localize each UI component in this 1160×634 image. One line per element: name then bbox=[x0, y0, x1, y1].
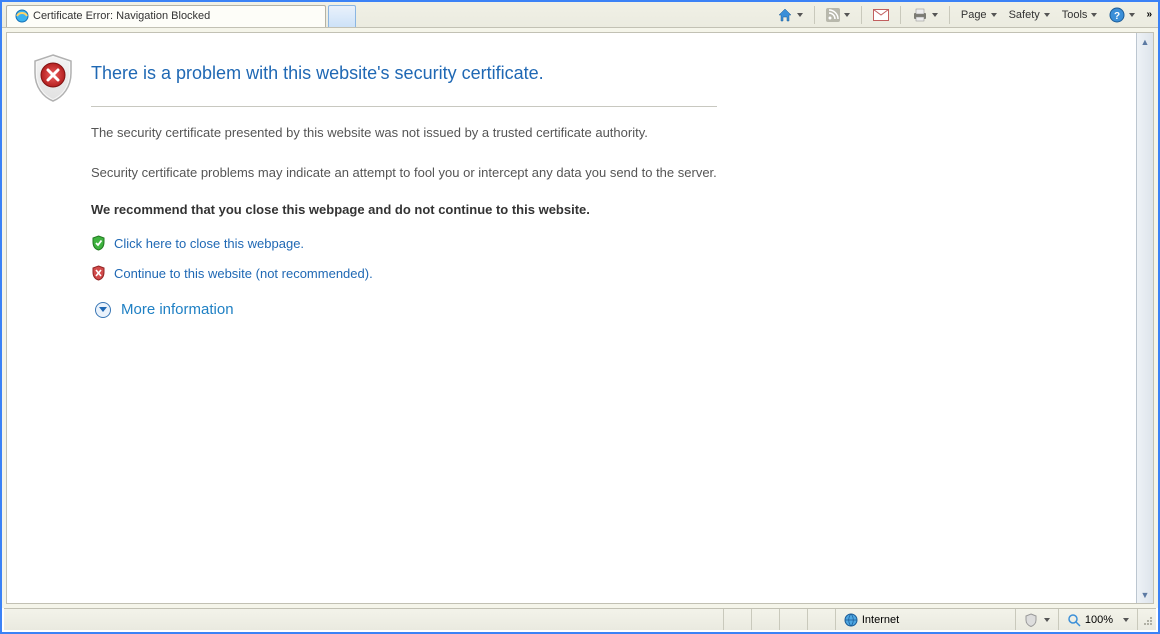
dropdown-arrow-icon bbox=[1044, 13, 1050, 17]
print-button[interactable] bbox=[909, 6, 941, 24]
close-action: Click here to close this webpage. bbox=[91, 235, 717, 251]
separator bbox=[900, 6, 901, 24]
red-shield-icon bbox=[91, 265, 106, 281]
content-area: There is a problem with this website's s… bbox=[6, 32, 1154, 604]
rss-icon bbox=[826, 8, 840, 22]
tools-menu-label: Tools bbox=[1062, 9, 1088, 21]
error-description-2: Security certificate problems may indica… bbox=[91, 163, 717, 183]
status-bar: Internet 100% bbox=[4, 608, 1156, 630]
toolbar-overflow-icon[interactable]: » bbox=[1144, 9, 1154, 20]
recommendation-text: We recommend that you close this webpage… bbox=[91, 202, 717, 217]
security-zone[interactable]: Internet bbox=[835, 609, 1015, 630]
vertical-scrollbar[interactable]: ▲ ▼ bbox=[1136, 33, 1153, 603]
protected-mode-cell[interactable] bbox=[1015, 609, 1058, 630]
toolbar-right: Page Safety Tools ? » bbox=[774, 5, 1158, 25]
dropdown-arrow-icon bbox=[1044, 618, 1050, 622]
scroll-down-button[interactable]: ▼ bbox=[1137, 586, 1153, 603]
shield-error-icon bbox=[31, 53, 75, 103]
tab-title: Certificate Error: Navigation Blocked bbox=[33, 10, 210, 22]
certificate-error-page: There is a problem with this website's s… bbox=[7, 33, 1153, 318]
safety-menu-label: Safety bbox=[1009, 9, 1040, 21]
status-cell bbox=[807, 609, 835, 630]
svg-text:?: ? bbox=[1114, 11, 1120, 22]
dropdown-arrow-icon bbox=[1123, 618, 1129, 622]
divider bbox=[91, 106, 717, 107]
continue-action: Continue to this website (not recommende… bbox=[91, 265, 717, 281]
zoom-icon bbox=[1067, 613, 1081, 627]
help-menu[interactable]: ? bbox=[1106, 5, 1138, 25]
dropdown-arrow-icon bbox=[797, 13, 803, 17]
zoom-label: 100% bbox=[1085, 614, 1113, 626]
feeds-button[interactable] bbox=[823, 6, 853, 24]
status-cell bbox=[723, 609, 751, 630]
globe-icon bbox=[844, 613, 858, 627]
home-button[interactable] bbox=[774, 6, 806, 24]
scroll-up-button[interactable]: ▲ bbox=[1137, 33, 1153, 50]
status-resizer[interactable] bbox=[1137, 609, 1156, 630]
dropdown-arrow-icon bbox=[1091, 13, 1097, 17]
new-tab-button[interactable] bbox=[328, 5, 356, 27]
separator bbox=[861, 6, 862, 24]
expand-circle-icon bbox=[95, 302, 111, 318]
browser-tab[interactable]: Certificate Error: Navigation Blocked bbox=[6, 5, 326, 27]
home-icon bbox=[777, 8, 793, 22]
continue-website-link[interactable]: Continue to this website (not recommende… bbox=[114, 266, 373, 281]
error-title: There is a problem with this website's s… bbox=[91, 63, 717, 84]
error-description-1: The security certificate presented by th… bbox=[91, 123, 717, 143]
zoom-level[interactable]: 100% bbox=[1058, 609, 1137, 630]
green-shield-icon bbox=[91, 235, 106, 251]
help-icon: ? bbox=[1109, 7, 1125, 23]
separator bbox=[814, 6, 815, 24]
page-body: There is a problem with this website's s… bbox=[91, 53, 717, 318]
ie-icon bbox=[15, 9, 29, 23]
more-information-label: More information bbox=[121, 301, 234, 318]
dropdown-arrow-icon bbox=[1129, 13, 1135, 17]
mail-icon bbox=[873, 9, 889, 21]
read-mail-button[interactable] bbox=[870, 7, 892, 23]
close-webpage-link[interactable]: Click here to close this webpage. bbox=[114, 236, 304, 251]
dropdown-arrow-icon bbox=[932, 13, 938, 17]
security-zone-label: Internet bbox=[862, 614, 899, 626]
dropdown-arrow-icon bbox=[844, 13, 850, 17]
page-menu[interactable]: Page bbox=[958, 7, 1000, 23]
protected-mode-icon bbox=[1024, 613, 1038, 627]
safety-menu[interactable]: Safety bbox=[1006, 7, 1053, 23]
content-frame: There is a problem with this website's s… bbox=[2, 28, 1158, 608]
gripper-icon bbox=[1141, 614, 1153, 626]
more-information[interactable]: More information bbox=[95, 301, 717, 318]
separator bbox=[949, 6, 950, 24]
printer-icon bbox=[912, 8, 928, 22]
dropdown-arrow-icon bbox=[991, 13, 997, 17]
tools-menu[interactable]: Tools bbox=[1059, 7, 1101, 23]
status-cell bbox=[779, 609, 807, 630]
status-cell bbox=[751, 609, 779, 630]
page-menu-label: Page bbox=[961, 9, 987, 21]
chevron-down-icon bbox=[99, 307, 107, 312]
command-bar: Certificate Error: Navigation Blocked Pa… bbox=[2, 2, 1158, 28]
